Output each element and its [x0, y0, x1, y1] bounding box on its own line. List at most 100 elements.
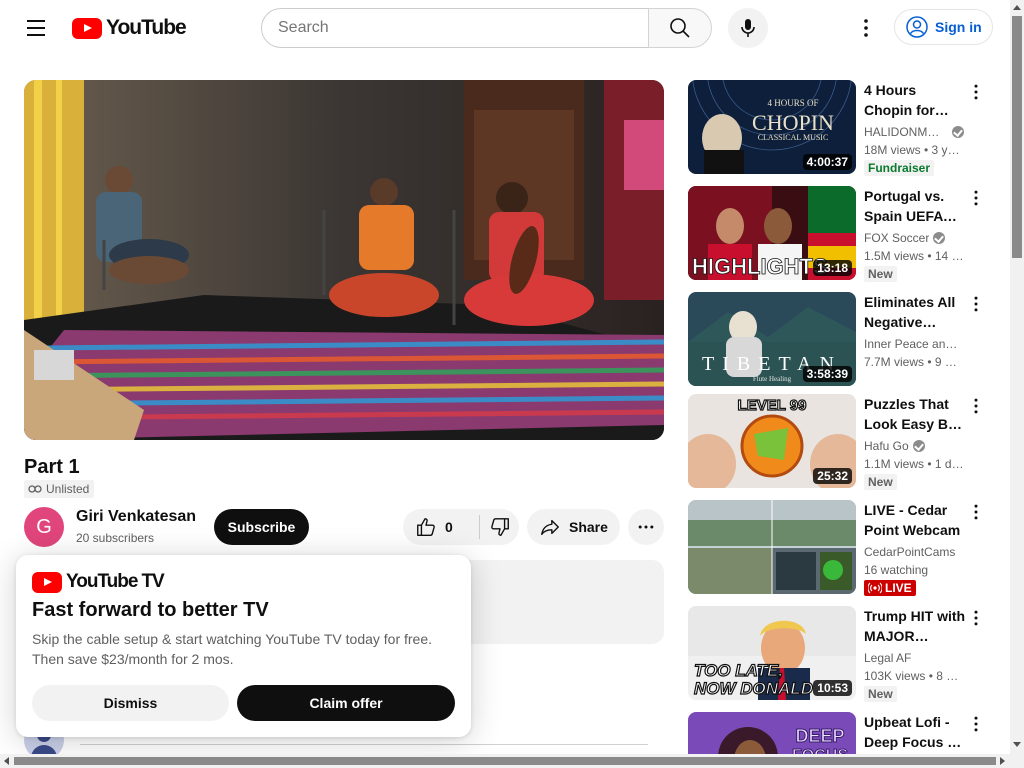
like-count: 0 [445, 519, 453, 535]
recommendation-channel[interactable]: Inner Peace and Harmony [864, 337, 964, 351]
scroll-up-arrow-icon[interactable] [1013, 5, 1021, 10]
recommendation-channel[interactable]: Legal AF [864, 651, 964, 665]
more-vert-icon [974, 84, 978, 100]
channel-name[interactable]: Giri Venkatesan [76, 508, 196, 526]
search-button[interactable] [648, 8, 712, 48]
recommendation-channel[interactable]: FOX Soccer [864, 231, 964, 245]
visibility-label: Unlisted [46, 482, 90, 496]
recommendation-title[interactable]: Eliminates All Negative Energy [864, 292, 968, 332]
claim-offer-button[interactable]: Claim offer [237, 685, 455, 721]
more-actions-button[interactable] [628, 509, 664, 545]
channel-name-text: HALIDONMUSIC [864, 125, 948, 139]
recommendation-menu-button[interactable] [966, 80, 986, 104]
recommendation-menu-button[interactable] [966, 712, 986, 736]
svg-text:FOCUS: FOCUS [792, 747, 848, 754]
scroll-right-arrow-icon[interactable] [1000, 757, 1005, 765]
thumb-up-icon [417, 518, 435, 536]
channel-name-text: Hafu Go [864, 439, 909, 453]
sign-in-button[interactable]: Sign in [894, 9, 993, 45]
recommendation-channel[interactable]: Hafu Go [864, 439, 964, 453]
dislike-button[interactable] [480, 509, 519, 545]
scroll-left-arrow-icon[interactable] [4, 757, 9, 765]
more-vert-icon [974, 398, 978, 414]
video-thumbnail[interactable]: HIGHLIGHTS 13:18 [688, 186, 856, 280]
thumb-down-icon [490, 518, 509, 536]
comment-input-underline[interactable] [80, 744, 648, 745]
video-thumbnail[interactable] [688, 500, 856, 594]
verified-icon [912, 440, 925, 452]
recommendation-channel[interactable]: HALIDONMUSIC [864, 125, 964, 139]
recommendation-item[interactable]: DEEP FOCUS Upbeat Lofi - Deep Focus & St… [688, 712, 992, 754]
recommendation-meta: 18M views • 3 years ago [864, 143, 964, 157]
recommendation-title[interactable]: 4 Hours Chopin for Studying, Concentrati… [864, 80, 968, 120]
video-thumbnail[interactable]: 4 HOURS OF CHOPIN CLASSICAL MUSIC 4:00:3… [688, 80, 856, 174]
recommendation-item[interactable]: TIBETAN Flute Healing 3:58:39 Eliminates… [688, 292, 992, 386]
video-player[interactable] [24, 80, 664, 440]
new-badge: New [864, 686, 897, 702]
channel-avatar[interactable]: G [24, 507, 64, 547]
video-thumbnail[interactable]: TOO LATE, NOW DONALD 10:53 [688, 606, 856, 700]
thumbnail-image: DEEP FOCUS [688, 712, 856, 754]
youtube-logo[interactable]: YouTube [72, 16, 187, 40]
recommendation-menu-button[interactable] [966, 500, 986, 524]
video-thumbnail[interactable]: DEEP FOCUS [688, 712, 856, 754]
guide-menu-icon[interactable] [20, 12, 52, 44]
search-icon [670, 18, 690, 38]
masthead: YouTube Sign in [0, 0, 1010, 56]
promo-brand: YouTube [66, 571, 138, 592]
channel-name-text: Inner Peace and Harmony [864, 337, 964, 351]
promo-brand-suffix: TV [141, 571, 164, 592]
recommendation-menu-button[interactable] [966, 394, 986, 418]
recommendation-title[interactable]: Puzzles That Look Easy But Are Impossibl… [864, 394, 968, 434]
recommendation-item[interactable]: LEVEL 99 25:32 Puzzles That Look Easy Bu… [688, 394, 992, 490]
recommendation-meta: 7.7M views • 9 months ago [864, 355, 964, 369]
settings-menu-button[interactable] [850, 12, 882, 44]
vertical-scroll-thumb[interactable] [1012, 16, 1022, 258]
horizontal-scrollbar[interactable] [0, 754, 1024, 768]
search-input[interactable] [261, 8, 649, 48]
svg-text:NOW DONALD: NOW DONALD [694, 679, 813, 698]
channel-name-text: Legal AF [864, 651, 912, 665]
subscribe-button[interactable]: Subscribe [214, 509, 309, 545]
recommendation-title[interactable]: Portugal vs. Spain UEFA Nations League F… [864, 186, 968, 226]
recommendation-item[interactable]: TOO LATE, NOW DONALD 10:53 Trump HIT wit… [688, 606, 992, 702]
youtube-tv-logo: YouTube TV [32, 571, 165, 593]
verified-icon [952, 126, 964, 138]
recommendation-item[interactable]: 4 HOURS OF CHOPIN CLASSICAL MUSIC 4:00:3… [688, 80, 992, 176]
video-thumbnail[interactable]: LEVEL 99 25:32 [688, 394, 856, 488]
recommendation-menu-button[interactable] [966, 292, 986, 316]
verified-icon [933, 232, 946, 244]
like-button[interactable]: 0 [403, 509, 479, 545]
recommendation-title[interactable]: Upbeat Lofi - Deep Focus & Study [864, 712, 968, 752]
recommendation-item[interactable]: HIGHLIGHTS 13:18 Portugal vs. Spain UEFA… [688, 186, 992, 282]
more-vert-icon [974, 610, 978, 626]
recommendation-title[interactable]: LIVE - Cedar Point Webcam [864, 500, 968, 540]
link-icon [28, 485, 42, 493]
recommendation-menu-button[interactable] [966, 606, 986, 630]
unlisted-badge: Unlisted [24, 480, 95, 498]
recommendation-item[interactable]: LIVE - Cedar Point Webcam CedarPointCams… [688, 500, 992, 596]
live-broadcast-icon [868, 582, 882, 594]
recommendation-menu-button[interactable] [966, 186, 986, 210]
scroll-down-arrow-icon[interactable] [1013, 742, 1021, 747]
recommendation-title[interactable]: Trump HIT with MAJOR Setback [864, 606, 968, 646]
promo-headline: Fast forward to better TV [32, 599, 269, 621]
vertical-scrollbar[interactable] [1010, 0, 1024, 754]
recommendation-channel[interactable]: CedarPointCams [864, 545, 964, 559]
share-icon [541, 519, 559, 536]
fundraiser-badge: Fundraiser [864, 160, 935, 176]
duration-label: 10:53 [813, 680, 852, 696]
share-button[interactable]: Share [527, 509, 620, 545]
dismiss-button[interactable]: Dismiss [32, 685, 229, 721]
recommendation-meta: 1.5M views • 14 hours ago [864, 249, 964, 263]
share-label: Share [569, 519, 608, 535]
duration-label: 25:32 [813, 468, 852, 484]
duration-label: 13:18 [813, 260, 852, 276]
more-horiz-icon [638, 525, 654, 529]
more-vert-icon [864, 19, 868, 37]
voice-search-button[interactable] [728, 8, 768, 48]
video-thumbnail[interactable]: TIBETAN Flute Healing 3:58:39 [688, 292, 856, 386]
horizontal-scroll-thumb[interactable] [14, 757, 996, 765]
sign-in-label: Sign in [935, 19, 982, 35]
recommendation-meta: 1.1M views • 1 day ago [864, 457, 964, 471]
